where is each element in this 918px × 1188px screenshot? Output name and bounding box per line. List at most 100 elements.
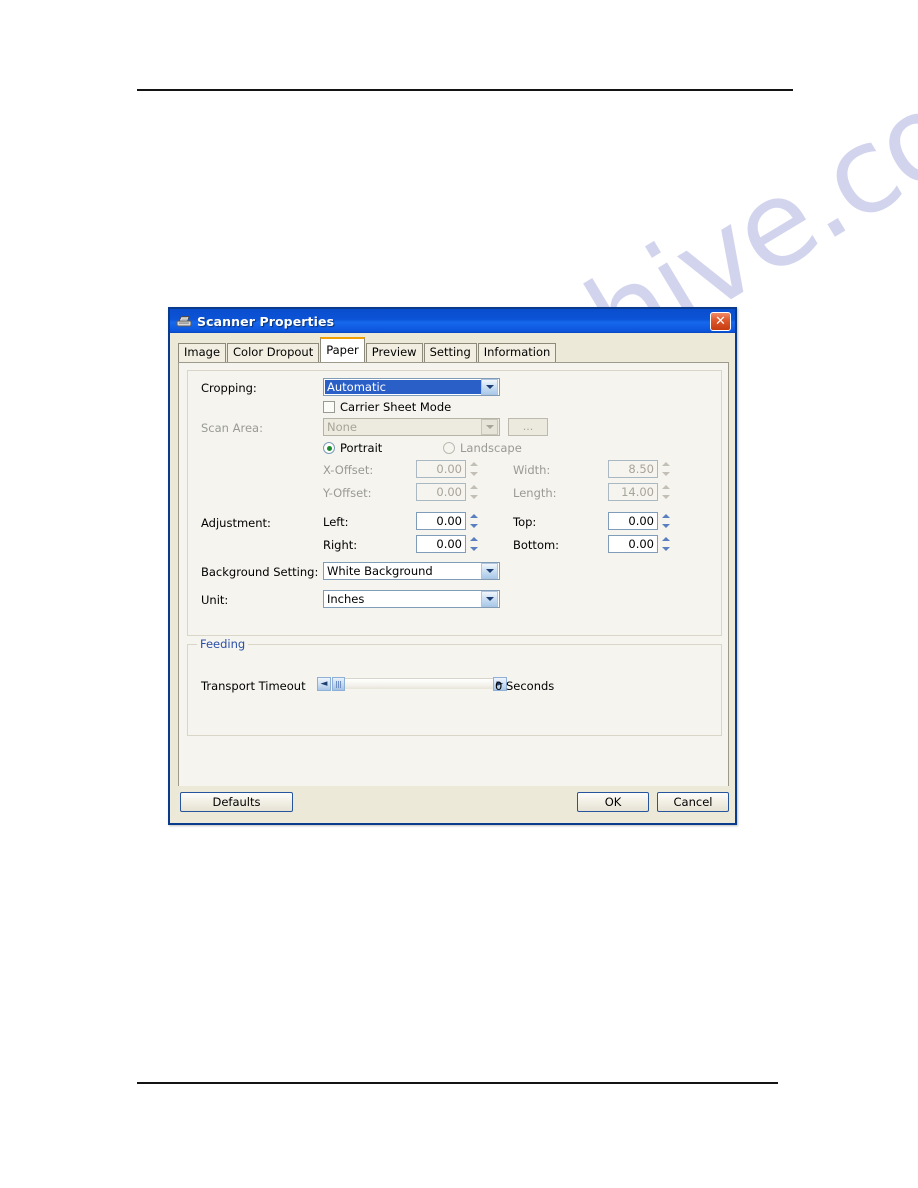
adjustment-right-label: Right: [323, 538, 358, 552]
spinner-buttons[interactable] [467, 460, 481, 478]
adjustment-left-value[interactable]: 0.00 [416, 512, 466, 530]
portrait-label: Portrait [340, 441, 383, 455]
width-label: Width: [513, 463, 551, 477]
spinner-buttons[interactable] [467, 483, 481, 501]
dialog-titlebar[interactable]: Scanner Properties ✕ [170, 309, 735, 333]
spinner-down-icon[interactable] [467, 470, 481, 478]
tabstrip: Image Color Dropout Paper Preview Settin… [170, 333, 735, 362]
orientation-portrait-radio[interactable]: Portrait [323, 441, 382, 455]
scan-area-browse-button[interactable]: ... [508, 418, 548, 436]
spinner-up-icon[interactable] [659, 535, 673, 543]
y-offset-spinner[interactable]: 0.00 [416, 483, 481, 501]
chevron-down-icon[interactable] [481, 419, 498, 435]
transport-timeout-value: 0 Seconds [495, 679, 555, 693]
tab-image[interactable]: Image [178, 343, 227, 362]
scan-area-value: None [327, 420, 358, 434]
spinner-buttons[interactable] [659, 535, 673, 553]
spinner-up-icon[interactable] [467, 460, 481, 468]
landscape-label: Landscape [460, 441, 522, 455]
spinner-down-icon[interactable] [659, 522, 673, 530]
cancel-button[interactable]: Cancel [657, 792, 729, 812]
spinner-buttons[interactable] [659, 512, 673, 530]
close-icon[interactable]: ✕ [710, 311, 731, 331]
tab-setting[interactable]: Setting [423, 343, 477, 362]
background-setting-combo[interactable]: White Background [323, 562, 500, 580]
adjustment-right-spinner[interactable]: 0.00 [416, 535, 481, 553]
x-offset-value[interactable]: 0.00 [416, 460, 466, 478]
chevron-down-icon[interactable] [481, 379, 498, 395]
y-offset-label: Y-Offset: [323, 486, 372, 500]
adjustment-bottom-spinner[interactable]: 0.00 [608, 535, 673, 553]
carrier-sheet-mode-label: Carrier Sheet Mode [340, 400, 452, 414]
spinner-buttons[interactable] [467, 512, 481, 530]
spinner-up-icon[interactable] [467, 483, 481, 491]
spinner-down-icon[interactable] [659, 545, 673, 553]
page-header-rule [137, 89, 793, 91]
adjustment-top-label: Top: [513, 515, 537, 529]
ok-button[interactable]: OK [577, 792, 649, 812]
adjustment-right-value[interactable]: 0.00 [416, 535, 466, 553]
x-offset-label: X-Offset: [323, 463, 374, 477]
length-label: Length: [513, 486, 557, 500]
slider-track[interactable] [345, 678, 493, 689]
spinner-up-icon[interactable] [467, 535, 481, 543]
cropping-label: Cropping: [201, 381, 257, 395]
orientation-landscape-radio[interactable]: Landscape [443, 441, 522, 455]
tab-paper[interactable]: Paper [320, 337, 365, 362]
transport-timeout-label: Transport Timeout [201, 679, 306, 693]
scanner-properties-dialog: Scanner Properties ✕ Image Color Dropout… [168, 307, 737, 825]
spinner-buttons[interactable] [659, 483, 673, 501]
adjustment-top-value[interactable]: 0.00 [608, 512, 658, 530]
length-value[interactable]: 14.00 [608, 483, 658, 501]
y-offset-value[interactable]: 0.00 [416, 483, 466, 501]
radio-ring [323, 442, 335, 454]
spinner-down-icon[interactable] [467, 522, 481, 530]
chevron-down-icon[interactable] [481, 591, 498, 607]
width-spinner[interactable]: 8.50 [608, 460, 673, 478]
cropping-group: Cropping: Automatic Carrier Sheet Mode S… [187, 370, 722, 636]
transport-timeout-slider[interactable]: ◄ ► [317, 676, 507, 691]
spinner-buttons[interactable] [659, 460, 673, 478]
defaults-button[interactable]: Defaults [180, 792, 293, 812]
spinner-up-icon[interactable] [659, 512, 673, 520]
adjustment-top-spinner[interactable]: 0.00 [608, 512, 673, 530]
spinner-down-icon[interactable] [659, 470, 673, 478]
adjustment-bottom-value[interactable]: 0.00 [608, 535, 658, 553]
tab-preview[interactable]: Preview [365, 343, 423, 362]
spinner-up-icon[interactable] [467, 512, 481, 520]
spinner-up-icon[interactable] [659, 460, 673, 468]
scan-area-combo[interactable]: None [323, 418, 500, 436]
tab-information[interactable]: Information [477, 343, 557, 362]
spinner-buttons[interactable] [467, 535, 481, 553]
feeding-legend: Feeding [197, 637, 249, 651]
background-setting-label: Background Setting: [201, 565, 319, 579]
document-page: manualshive.com Scanner Properties ✕ Ima… [0, 0, 918, 1188]
adjustment-left-label: Left: [323, 515, 349, 529]
carrier-sheet-mode-checkbox[interactable]: Carrier Sheet Mode [323, 400, 451, 414]
slider-left-arrow-icon[interactable]: ◄ [317, 676, 331, 691]
adjustment-label: Adjustment: [201, 516, 271, 530]
spinner-down-icon[interactable] [467, 493, 481, 501]
x-offset-spinner[interactable]: 0.00 [416, 460, 481, 478]
radio-ring [443, 442, 455, 454]
adjustment-bottom-label: Bottom: [513, 538, 560, 552]
checkbox-box [323, 401, 335, 413]
tab-color-dropout[interactable]: Color Dropout [227, 343, 320, 362]
spinner-down-icon[interactable] [659, 493, 673, 501]
background-setting-value: White Background [327, 564, 433, 578]
unit-combo[interactable]: Inches [323, 590, 500, 608]
length-spinner[interactable]: 14.00 [608, 483, 673, 501]
page-footer-rule [137, 1082, 778, 1084]
scan-area-label: Scan Area: [201, 421, 263, 435]
spinner-down-icon[interactable] [467, 545, 481, 553]
adjustment-left-spinner[interactable]: 0.00 [416, 512, 481, 530]
cropping-combo[interactable]: Automatic [323, 378, 500, 396]
scanner-icon [176, 316, 192, 327]
width-value[interactable]: 8.50 [608, 460, 658, 478]
cropping-value: Automatic [325, 380, 481, 394]
slider-thumb[interactable] [332, 676, 345, 691]
chevron-down-icon[interactable] [481, 563, 498, 579]
paper-tab-page: Cropping: Automatic Carrier Sheet Mode S… [178, 362, 729, 787]
unit-value: Inches [327, 592, 365, 606]
spinner-up-icon[interactable] [659, 483, 673, 491]
